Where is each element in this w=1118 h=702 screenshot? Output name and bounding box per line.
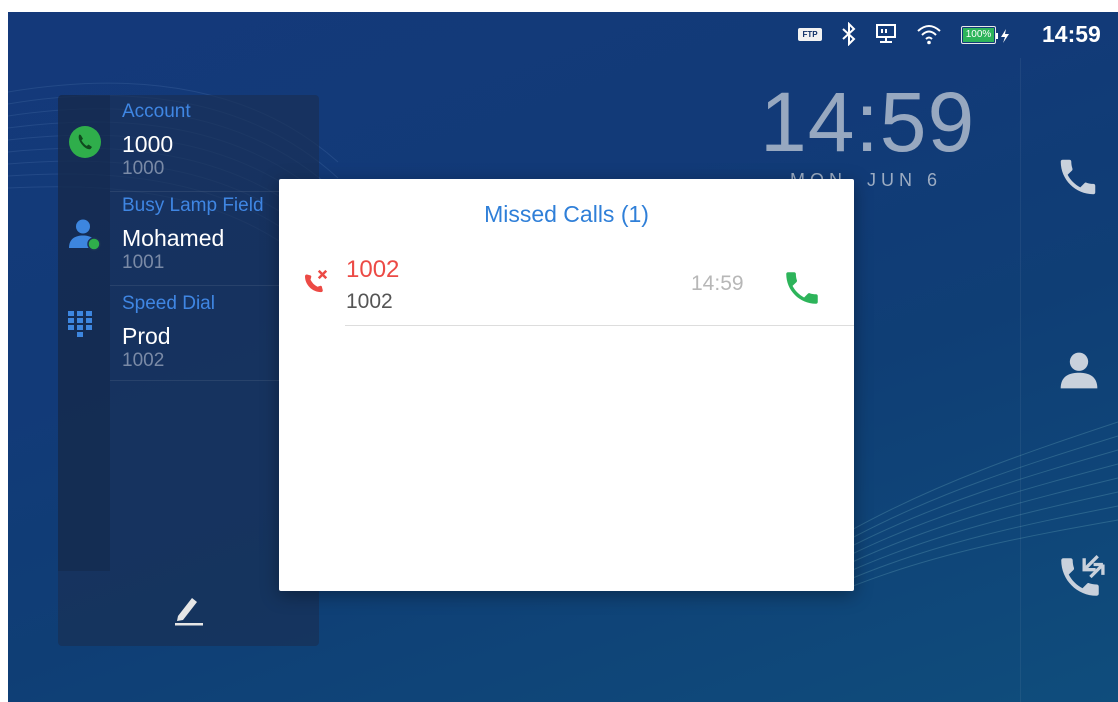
bluetooth-icon xyxy=(842,22,856,46)
phone-icon xyxy=(69,126,101,158)
missed-calls-dialog: Missed Calls (1) 1002 1002 14:59 xyxy=(279,179,854,591)
home-screen: FTP 100% 14:59 14:59 MON, JUN 6 Account … xyxy=(8,12,1118,702)
call-time: 14:59 xyxy=(691,272,744,295)
dialpad-icon xyxy=(68,311,92,337)
call-back-button[interactable] xyxy=(781,267,823,309)
phone-icon[interactable] xyxy=(1055,154,1101,200)
speed-dial-name: Prod xyxy=(122,323,171,349)
dialog-title: Missed Calls (1) xyxy=(484,201,649,227)
contacts-icon[interactable] xyxy=(1057,348,1101,392)
home-clock: 14:59 xyxy=(760,75,976,169)
missed-call-icon xyxy=(305,269,328,293)
account-category: Account xyxy=(122,101,191,122)
ftp-icon: FTP xyxy=(798,28,822,41)
right-icon-column xyxy=(1020,58,1118,702)
call-history-icon[interactable] xyxy=(1055,552,1105,602)
account-name: 1000 xyxy=(122,131,174,157)
pencil-icon xyxy=(175,598,203,626)
speed-dial-number: 1002 xyxy=(122,350,165,371)
status-time: 14:59 xyxy=(1042,21,1101,47)
speed-dial-category: Speed Dial xyxy=(122,293,215,314)
status-bar: FTP 100% 14:59 xyxy=(8,12,1118,58)
blf-category: Busy Lamp Field xyxy=(122,195,264,216)
account-number: 1000 xyxy=(122,158,165,179)
ftp-label: FTP xyxy=(802,30,818,39)
account-item[interactable]: Account 1000 1000 xyxy=(58,95,319,191)
contact-icon xyxy=(69,219,101,251)
network-icon xyxy=(876,24,896,43)
row-divider xyxy=(345,325,854,326)
caller-number: 1002 xyxy=(346,290,393,313)
missed-call-row[interactable]: 1002 1002 14:59 xyxy=(279,251,854,325)
battery-icon: 100% xyxy=(961,26,996,44)
caller-name: 1002 xyxy=(346,256,400,283)
blf-number: 1001 xyxy=(122,252,165,273)
blf-name: Mohamed xyxy=(122,225,225,251)
battery-label: 100% xyxy=(965,29,992,40)
charging-icon xyxy=(996,29,1009,43)
wifi-icon xyxy=(917,25,941,45)
